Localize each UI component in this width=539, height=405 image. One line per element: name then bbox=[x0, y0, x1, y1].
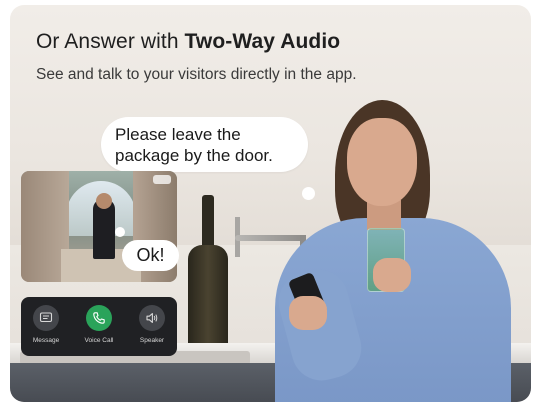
speaker-icon bbox=[139, 305, 165, 331]
visitor-speech-line: package by the door. bbox=[115, 146, 273, 165]
speaker-label: Speaker bbox=[139, 337, 165, 344]
voice-call-button[interactable]: Voice Call bbox=[74, 305, 124, 344]
visitor-speech-bubble: Please leave the package by the door. bbox=[101, 117, 308, 172]
visitor-speech-line: Please leave the bbox=[115, 125, 241, 144]
call-control-panel: Message Voice Call Speaker bbox=[21, 297, 177, 356]
live-badge bbox=[153, 175, 171, 184]
speaker-button[interactable]: Speaker bbox=[127, 305, 177, 344]
phone-icon bbox=[86, 305, 112, 331]
page-subtitle: See and talk to your visitors directly i… bbox=[36, 66, 357, 83]
message-button[interactable]: Message bbox=[21, 305, 71, 344]
wine-bottle bbox=[188, 195, 228, 355]
reply-bubble-tail bbox=[115, 227, 125, 237]
message-icon bbox=[33, 305, 59, 331]
reply-speech-bubble: Ok! bbox=[122, 240, 179, 271]
page-title: Or Answer with Two-Way Audio bbox=[36, 30, 341, 53]
voice-call-label: Voice Call bbox=[84, 337, 114, 344]
message-label: Message bbox=[32, 337, 60, 344]
title-highlight: Two-Way Audio bbox=[184, 30, 341, 53]
speech-bubble-tail bbox=[302, 187, 315, 200]
